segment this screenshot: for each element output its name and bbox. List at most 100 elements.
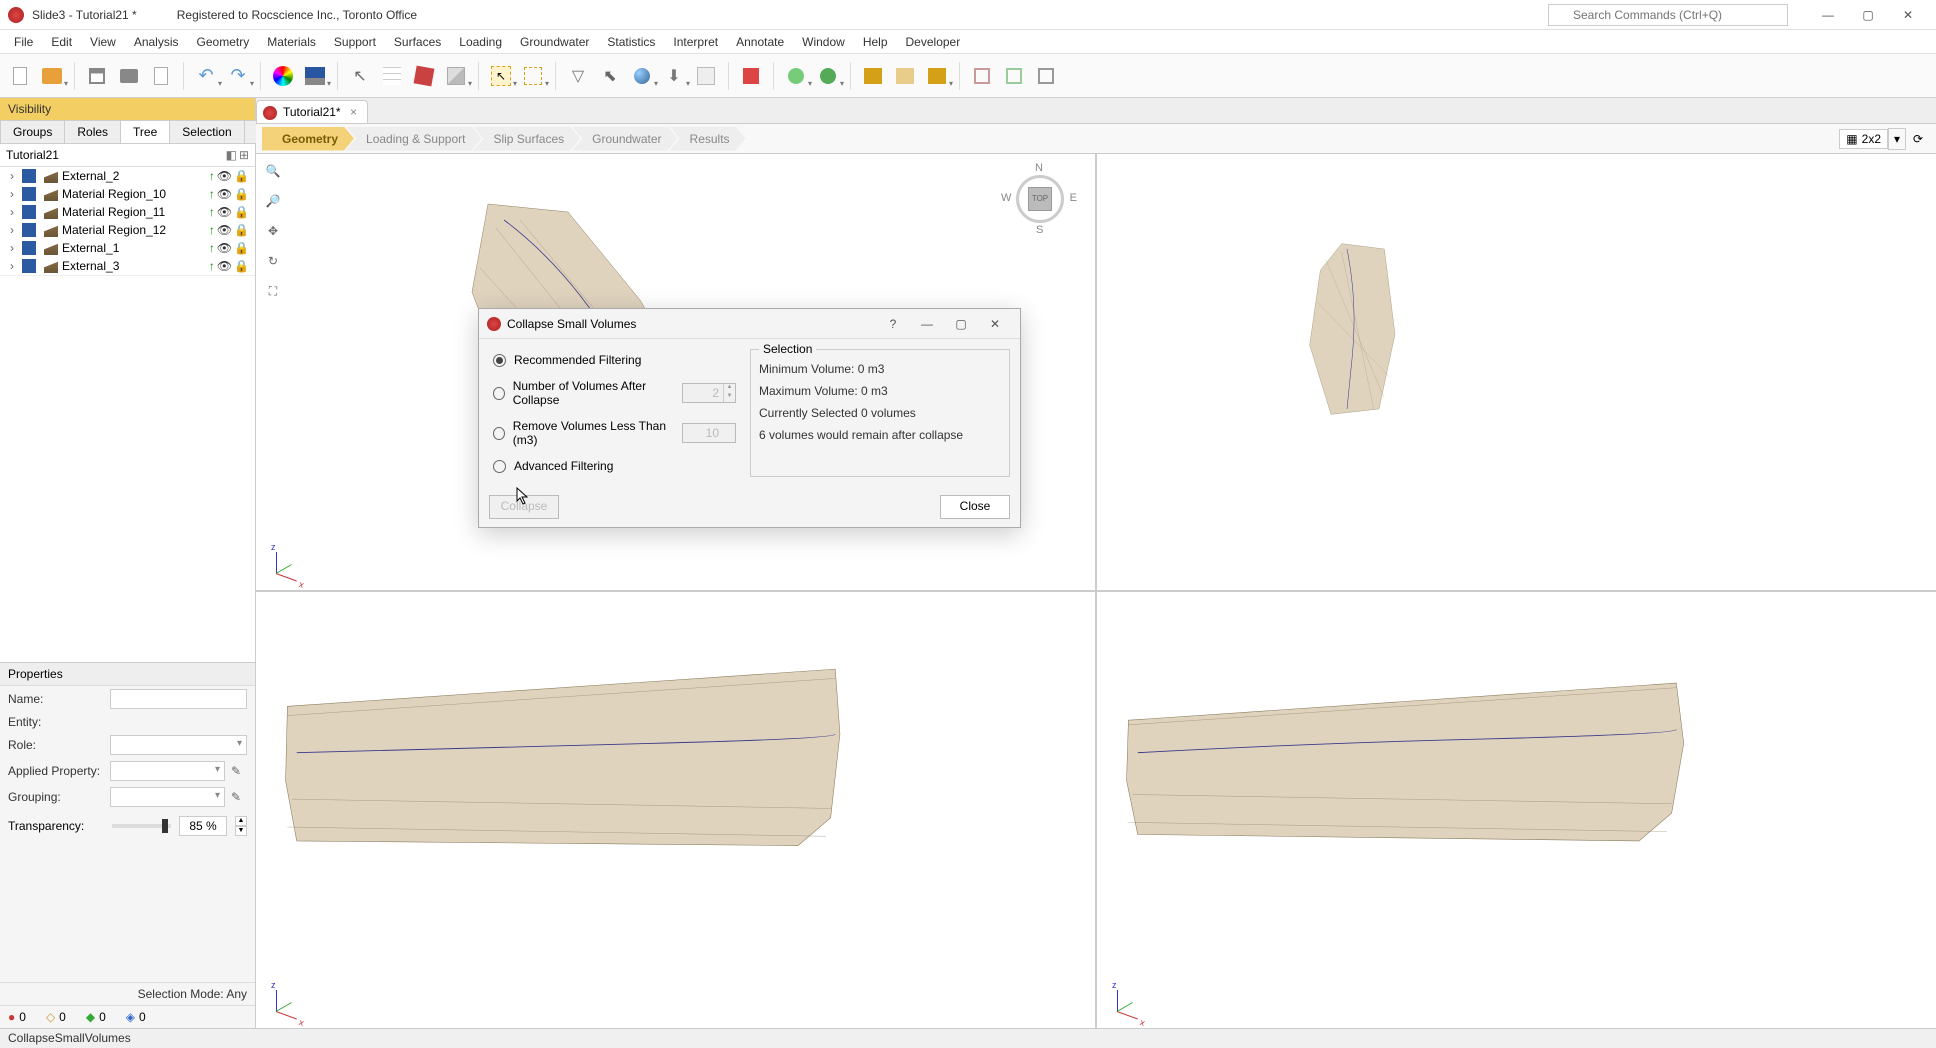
- tab-selection[interactable]: Selection: [169, 120, 244, 143]
- close-button[interactable]: Close: [940, 495, 1010, 519]
- menu-interpret[interactable]: Interpret: [665, 33, 726, 51]
- visibility-icon[interactable]: 👁: [217, 259, 232, 273]
- visibility-icon[interactable]: 👁: [217, 241, 232, 255]
- tree-file-icon1[interactable]: ◧: [226, 148, 237, 162]
- display-mode-button[interactable]: [301, 62, 329, 90]
- visibility-icon[interactable]: 👁: [217, 187, 232, 201]
- menu-geometry[interactable]: Geometry: [189, 33, 258, 51]
- tab-roles[interactable]: Roles: [64, 120, 121, 143]
- radio-advanced[interactable]: [493, 460, 506, 473]
- pan-icon[interactable]: ✥: [262, 220, 284, 242]
- dialog-close-button[interactable]: ✕: [978, 310, 1012, 338]
- menu-file[interactable]: File: [6, 33, 41, 51]
- new-file-button[interactable]: [6, 62, 34, 90]
- tree-item[interactable]: ›Material Region_10↑👁🔒: [0, 185, 255, 203]
- compass-cube[interactable]: TOP: [1028, 187, 1052, 211]
- rotate-icon[interactable]: ↻: [262, 250, 284, 272]
- fit-icon[interactable]: ⛶: [262, 280, 284, 302]
- maximize-button[interactable]: ▢: [1848, 0, 1888, 30]
- color-wheel-button[interactable]: [269, 62, 297, 90]
- transparency-down[interactable]: ▼: [235, 826, 247, 836]
- undo-button[interactable]: ↶: [192, 62, 220, 90]
- tree-item[interactable]: ›External_3↑👁🔒: [0, 257, 255, 275]
- move-up-icon[interactable]: ↑: [209, 205, 215, 219]
- pick-button[interactable]: ⬉: [596, 62, 624, 90]
- tree-item[interactable]: ›Material Region_12↑👁🔒: [0, 221, 255, 239]
- visibility-icon[interactable]: 👁: [217, 223, 232, 237]
- view-compass[interactable]: TOP NSEW: [1005, 164, 1075, 234]
- tab-groups[interactable]: Groups: [0, 120, 65, 143]
- tree-file-icon2[interactable]: ⊞: [239, 148, 249, 162]
- menu-annotate[interactable]: Annotate: [728, 33, 792, 51]
- menu-developer[interactable]: Developer: [898, 33, 969, 51]
- lock-icon[interactable]: 🔒: [234, 241, 249, 255]
- export2-button[interactable]: [891, 62, 919, 90]
- lock-icon[interactable]: 🔒: [234, 223, 249, 237]
- lock-icon[interactable]: 🔒: [234, 169, 249, 183]
- move-up-icon[interactable]: ↑: [209, 187, 215, 201]
- menu-materials[interactable]: Materials: [259, 33, 324, 51]
- redo-button[interactable]: ↷: [224, 62, 252, 90]
- lock-icon[interactable]: 🔒: [234, 205, 249, 219]
- workflow-slip[interactable]: Slip Surfaces: [473, 127, 580, 151]
- move-up-icon[interactable]: ↑: [209, 241, 215, 255]
- zoom-icon[interactable]: 🔎: [262, 190, 284, 212]
- grid-button[interactable]: [378, 62, 406, 90]
- grouping-edit-icon[interactable]: ✎: [231, 790, 247, 804]
- green-circle2-button[interactable]: [814, 62, 842, 90]
- transparency-slider[interactable]: [112, 824, 171, 828]
- tab-tree[interactable]: Tree: [120, 120, 170, 143]
- minimize-button[interactable]: —: [1808, 0, 1848, 30]
- close-tab-icon[interactable]: ×: [350, 105, 357, 119]
- num-volumes-input[interactable]: 2▲▼: [682, 383, 736, 403]
- menu-help[interactable]: Help: [855, 33, 896, 51]
- print-button[interactable]: [115, 62, 143, 90]
- transparency-up[interactable]: ▲: [235, 816, 247, 826]
- dialog-maximize-button[interactable]: ▢: [944, 310, 978, 338]
- cube-outline3-button[interactable]: [1032, 62, 1060, 90]
- filter-button[interactable]: ▽: [564, 62, 592, 90]
- grouping-combo[interactable]: [110, 787, 225, 807]
- menu-loading[interactable]: Loading: [451, 33, 510, 51]
- workflow-loading[interactable]: Loading & Support: [346, 127, 481, 151]
- export3-button[interactable]: [923, 62, 951, 90]
- visibility-icon[interactable]: 👁: [217, 205, 232, 219]
- cube-outline2-button[interactable]: [1000, 62, 1028, 90]
- cube-outline1-button[interactable]: [968, 62, 996, 90]
- viewport-bottom-right[interactable]: [1097, 592, 1936, 1028]
- select-lock-button[interactable]: [519, 62, 547, 90]
- document-tab[interactable]: Tutorial21* ×: [256, 100, 368, 123]
- lock-icon[interactable]: 🔒: [234, 259, 249, 273]
- save-button[interactable]: [83, 62, 111, 90]
- transparency-value[interactable]: 85 %: [179, 816, 227, 836]
- green-circle1-button[interactable]: [782, 62, 810, 90]
- close-window-button[interactable]: ✕: [1888, 0, 1928, 30]
- export1-button[interactable]: [859, 62, 887, 90]
- radio-remove-less[interactable]: [493, 427, 505, 440]
- menu-edit[interactable]: Edit: [43, 33, 80, 51]
- view-layout-dropdown-arrow[interactable]: ▾: [1888, 128, 1906, 150]
- solid-cube-button[interactable]: [410, 62, 438, 90]
- move-up-icon[interactable]: ↑: [209, 223, 215, 237]
- view-layout-dropdown[interactable]: ▦2x2: [1839, 129, 1888, 149]
- menu-surfaces[interactable]: Surfaces: [386, 33, 449, 51]
- zoom-window-icon[interactable]: 🔍: [262, 160, 284, 182]
- dialog-minimize-button[interactable]: —: [910, 310, 944, 338]
- wire-cube-button[interactable]: [442, 62, 470, 90]
- tree-item[interactable]: ›External_2↑👁🔒: [0, 167, 255, 185]
- remove-less-input[interactable]: 10: [682, 423, 736, 443]
- dialog-help-button[interactable]: ?: [876, 310, 910, 338]
- applied-combo[interactable]: [110, 761, 225, 781]
- download-button[interactable]: ⬇: [660, 62, 688, 90]
- workflow-groundwater[interactable]: Groundwater: [572, 127, 677, 151]
- tree-item[interactable]: ›External_1↑👁🔒: [0, 239, 255, 257]
- select-window-button[interactable]: ↖: [487, 62, 515, 90]
- role-combo[interactable]: [110, 735, 247, 755]
- menu-statistics[interactable]: Statistics: [599, 33, 663, 51]
- visibility-icon[interactable]: 👁: [217, 169, 232, 183]
- viewport-top-right[interactable]: [1097, 154, 1936, 590]
- menu-view[interactable]: View: [82, 33, 124, 51]
- refresh-button[interactable]: ⟳: [1906, 127, 1930, 151]
- radio-recommended[interactable]: [493, 354, 506, 367]
- menu-support[interactable]: Support: [326, 33, 384, 51]
